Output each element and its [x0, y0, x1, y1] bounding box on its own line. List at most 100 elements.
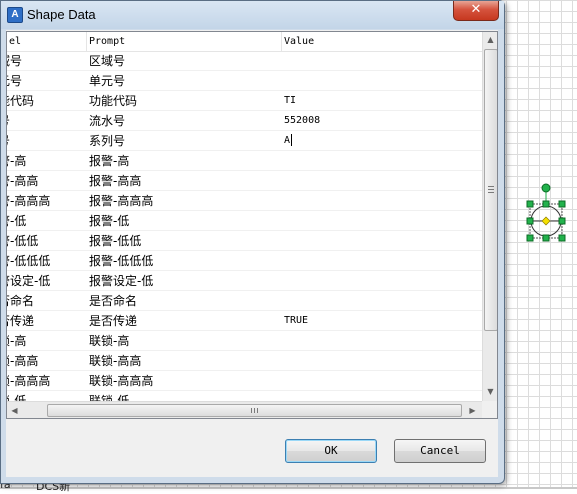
table-row[interactable]: 否传递 是否传递 TRUE: [7, 311, 482, 331]
table-row[interactable]: 号系列号 A: [7, 131, 482, 151]
table-row[interactable]: 锁-高高 联锁-高高: [7, 351, 482, 371]
row-value-cell[interactable]: TI: [284, 91, 482, 111]
row-value-cell[interactable]: [284, 271, 482, 291]
row-prompt-cell: 单元号: [89, 74, 126, 88]
scroll-left-icon[interactable]: ◀: [7, 402, 22, 418]
row-prompt-cell: 报警-低: [89, 214, 130, 228]
scroll-down-icon[interactable]: ▼: [483, 384, 497, 400]
row-value-cell[interactable]: [284, 331, 482, 351]
row-value-cell[interactable]: [284, 191, 482, 211]
row-prompt-cell: 联锁-低: [89, 394, 130, 401]
row-label-cell: 警-高高高: [7, 194, 51, 208]
row-label-cell: 警-低低: [7, 234, 39, 248]
column-header-prompt[interactable]: Prompt: [87, 32, 282, 51]
horizontal-scroll-thumb[interactable]: [47, 404, 462, 417]
thumb-grip: [488, 186, 494, 187]
dialog-title: Shape Data: [27, 7, 96, 22]
row-prompt-cell: 是否传递: [89, 314, 138, 328]
row-value-cell[interactable]: [284, 171, 482, 191]
row-value-cell[interactable]: TRUE: [284, 311, 482, 331]
control-handle: [541, 216, 551, 226]
ok-button[interactable]: OK: [285, 439, 377, 463]
grid-rows: 域号区域号元号单元号能代码功能代码TI号流水号552008号系列号A警-高报警-…: [7, 51, 482, 401]
app-icon: A: [7, 7, 23, 23]
title-bar[interactable]: A Shape Data ✕: [1, 1, 504, 29]
table-row[interactable]: 警-低低低 报警-低低低: [7, 251, 482, 271]
row-label-cell: 锁-低: [7, 394, 27, 401]
row-prompt-cell: 区域号: [89, 54, 126, 68]
row-prompt-cell: 流水号: [89, 114, 126, 128]
resize-handle: [558, 234, 566, 242]
resize-handle: [526, 200, 534, 208]
shape-data-dialog: A Shape Data ✕ el Prompt Value 域号 区域号元号 单元…: [0, 0, 505, 484]
row-value-cell[interactable]: [284, 71, 482, 91]
row-label-cell: 否传递: [7, 314, 35, 328]
vertical-scroll-thumb[interactable]: [484, 49, 497, 331]
shape-data-grid: el Prompt Value 域号 区域号元号 单元号能代码 功能代码 TI 号流水号 5…: [6, 31, 498, 419]
table-row[interactable]: 警-高高 报警-高高: [7, 171, 482, 191]
row-label-cell: 锁-高高高: [7, 374, 51, 388]
resize-handle: [526, 234, 534, 242]
thumb-grip: [488, 192, 494, 193]
row-value-cell[interactable]: [284, 371, 482, 391]
resize-handle: [526, 217, 534, 225]
row-label-cell: 锁-高: [7, 334, 27, 348]
table-row[interactable]: 号流水号 552008: [7, 111, 482, 131]
table-row[interactable]: 锁-低 联锁-低: [7, 391, 482, 401]
column-header-label[interactable]: el: [7, 32, 87, 51]
table-row[interactable]: 能代码 功能代码 TI: [7, 91, 482, 111]
table-row[interactable]: 警-低 报警-低: [7, 211, 482, 231]
vertical-scrollbar[interactable]: ▲ ▼: [482, 32, 497, 401]
row-value-cell[interactable]: [284, 251, 482, 271]
row-value-cell[interactable]: [284, 391, 482, 401]
resize-handle: [558, 200, 566, 208]
text-cursor: [291, 134, 293, 146]
cancel-button[interactable]: Cancel: [394, 439, 486, 463]
table-row[interactable]: 警设定-低 报警设定-低: [7, 271, 482, 291]
row-prompt-cell: 联锁-高: [89, 334, 130, 348]
rotation-handle: [541, 183, 551, 193]
row-value-cell[interactable]: A: [284, 131, 482, 151]
row-value-cell[interactable]: [284, 151, 482, 171]
table-row[interactable]: 锁-高高高 联锁-高高高: [7, 371, 482, 391]
close-button[interactable]: ✕: [453, 1, 499, 21]
row-label-cell: 否命名: [7, 294, 35, 308]
thumb-grip: [257, 408, 258, 413]
thumb-grip: [488, 189, 494, 190]
table-row[interactable]: 锁-高 联锁-高: [7, 331, 482, 351]
row-prompt-cell: 报警-低低: [89, 234, 142, 248]
table-row[interactable]: 域号 区域号: [7, 51, 482, 71]
row-value-cell[interactable]: [284, 351, 482, 371]
row-label-cell: 警-低低低: [7, 254, 51, 268]
row-prompt-cell: 联锁-高高高: [89, 374, 154, 388]
table-row[interactable]: 警-低低 报警-低低: [7, 231, 482, 251]
resize-handle: [558, 217, 566, 225]
table-row[interactable]: 否命名 是否命名: [7, 291, 482, 311]
thumb-grip: [254, 408, 255, 413]
row-label-cell: 锁-高高: [7, 354, 39, 368]
row-label-cell: 能代码: [7, 94, 35, 108]
table-row[interactable]: 警-高 报警-高: [7, 151, 482, 171]
row-label-cell: 号: [7, 111, 84, 131]
scroll-up-icon[interactable]: ▲: [483, 32, 497, 48]
row-label-cell: 警-高: [7, 154, 27, 168]
row-prompt-cell: 联锁-高高: [89, 354, 142, 368]
row-value-cell[interactable]: [284, 291, 482, 311]
resize-handle: [542, 200, 550, 208]
row-prompt-cell: 报警-低低低: [89, 254, 154, 268]
scroll-right-icon[interactable]: ▶: [465, 402, 480, 418]
table-row[interactable]: 警-高高高 报警-高高高: [7, 191, 482, 211]
table-row[interactable]: 元号 单元号: [7, 71, 482, 91]
horizontal-scrollbar[interactable]: ◀ ▶: [7, 401, 482, 418]
grid-header: el Prompt Value: [7, 32, 482, 52]
row-value-cell[interactable]: 552008: [284, 111, 482, 131]
scrollbar-corner: [482, 401, 497, 418]
selected-instrument-shape[interactable]: [522, 180, 572, 250]
row-label-cell: 号: [7, 131, 84, 151]
thumb-grip: [251, 408, 252, 413]
row-value-cell[interactable]: [284, 211, 482, 231]
row-value-cell[interactable]: [284, 231, 482, 251]
row-value-cell[interactable]: [284, 51, 482, 71]
column-header-value[interactable]: Value: [282, 32, 482, 51]
row-prompt-cell: 是否命名: [89, 294, 138, 308]
